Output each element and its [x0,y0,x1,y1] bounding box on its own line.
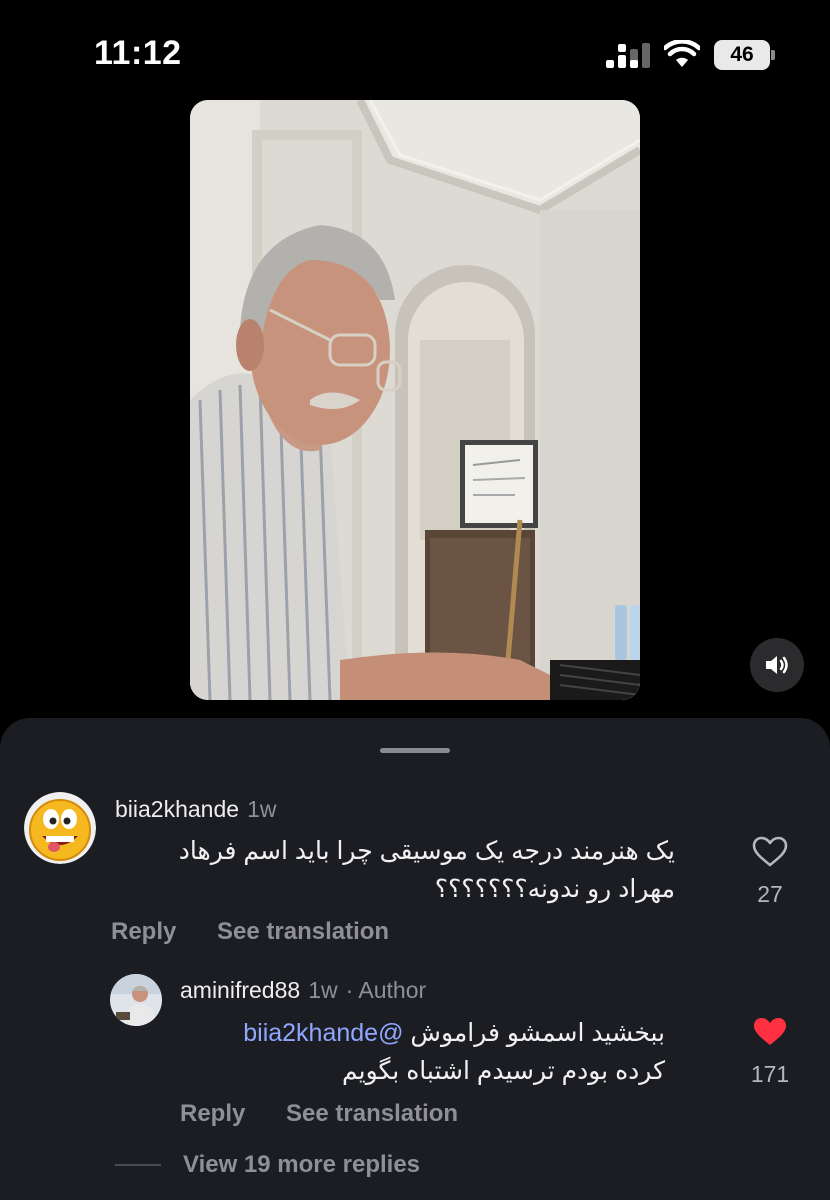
status-time: 11:12 [94,34,182,72]
comment-text-line: کرده بودم ترسیدم اشتباه بگویم [341,1057,665,1085]
battery-level: 46 [714,40,770,70]
like-column: 171 [740,1016,800,1088]
like-count: 27 [757,881,783,907]
comment-time: 1w [308,977,338,1003]
comment-text-line-1: ببخشید اسمشو فراموش @biia2khande [160,1014,665,1052]
sheet-drag-handle[interactable] [380,748,450,753]
comment-username[interactable]: biia2khande [115,796,239,822]
like-count: 171 [750,1061,790,1087]
comment-username[interactable]: aminifred88 [180,977,300,1003]
comment-time: 1w [247,796,277,822]
view-more-replies-button[interactable]: View 19 more replies [115,1151,420,1179]
author-badge: · Author [345,977,427,1003]
comment-text-line: یک هنرمند درجه یک موسیقی چرا باید اسم فر… [178,837,675,865]
comment-text-line: ببخشید اسمشو فراموش [410,1019,665,1047]
comment-header: aminifred88 1w · Author [180,977,426,1004]
battery-cap [771,50,775,60]
reply-button[interactable]: Reply [111,918,176,945]
comment-text-line: مهراد رو ندونه؟؟؟؟؟؟؟ [434,875,675,903]
like-column: 27 [740,836,800,908]
wifi-icon [664,40,700,67]
video-frame [190,100,640,700]
comment-actions: Reply See translation [180,1100,458,1128]
see-translation-button[interactable]: See translation [217,918,389,945]
reply-button[interactable]: Reply [180,1100,245,1127]
heart-filled-icon[interactable] [752,1016,788,1048]
status-bar: 11:12 46 [0,0,830,110]
see-translation-button[interactable]: See translation [286,1100,458,1127]
comment-text: ببخشید اسمشو فراموش @biia2khande کرده بو… [160,1014,665,1090]
replies-divider-line [115,1164,161,1166]
heart-outline-icon[interactable] [752,836,788,868]
mute-toggle-button[interactable] [750,638,804,692]
comment-actions: Reply See translation [111,918,389,946]
profile-photo [110,974,162,1026]
speaker-icon [766,656,788,674]
comment-header: biia2khande 1w [115,796,276,823]
mention-link[interactable]: @biia2khande [243,1019,403,1047]
view-more-replies-label: View 19 more replies [183,1151,421,1178]
comment-text: یک هنرمند درجه یک موسیقی چرا باید اسم فر… [80,832,675,908]
avatar[interactable] [110,974,162,1026]
battery-indicator: 46 [714,40,776,70]
signal-icon [606,43,650,68]
video-player[interactable] [190,100,640,700]
comments-sheet: biia2khande 1w یک هنرمند درجه یک موسیقی چ… [0,718,830,1200]
